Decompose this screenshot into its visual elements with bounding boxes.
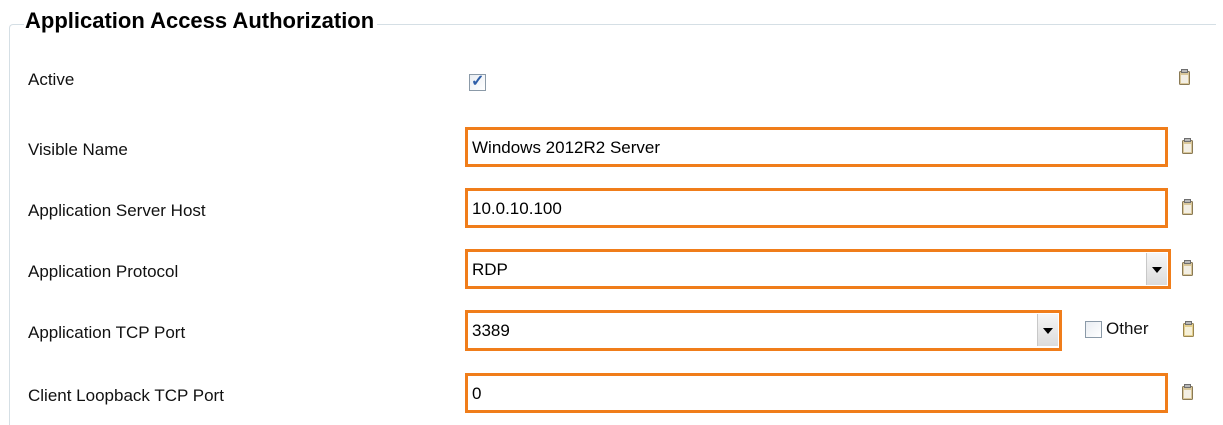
visible-name-label: Visible Name [28,140,128,159]
loopback-port-input[interactable]: 0 [465,373,1168,413]
server-host-input[interactable]: 10.0.10.100 [465,188,1168,228]
chevron-down-icon[interactable] [1146,253,1167,285]
tcp-port-value: 3389 [472,321,510,340]
server-host-value: 10.0.10.100 [472,199,562,218]
loopback-port-value: 0 [472,384,482,403]
clipboard-icon[interactable] [1182,260,1193,276]
clipboard-icon[interactable] [1183,321,1194,337]
protocol-value: RDP [472,260,508,279]
tcp-port-label: Application TCP Port [28,323,186,342]
checkmark-icon: ✓ [471,73,485,90]
section-title: Application Access Authorization [24,8,378,34]
clipboard-icon[interactable] [1179,69,1190,85]
active-checkbox[interactable]: ✓ [469,73,486,91]
clipboard-icon[interactable] [1182,384,1193,400]
server-host-label: Application Server Host [28,201,206,220]
visible-name-value: Windows 2012R2 Server [472,138,661,157]
visible-name-input[interactable]: Windows 2012R2 Server [465,127,1168,167]
tcp-port-select[interactable]: 3389 [465,310,1062,351]
other-checkbox[interactable] [1085,321,1102,338]
clipboard-icon[interactable] [1182,138,1193,154]
protocol-label: Application Protocol [28,262,179,281]
other-label: Other [1106,319,1149,338]
loopback-port-label: Client Loopback TCP Port [28,386,224,405]
active-label: Active [28,70,75,89]
chevron-down-icon[interactable] [1037,314,1058,346]
protocol-select[interactable]: RDP [465,249,1171,289]
clipboard-icon[interactable] [1182,199,1193,215]
